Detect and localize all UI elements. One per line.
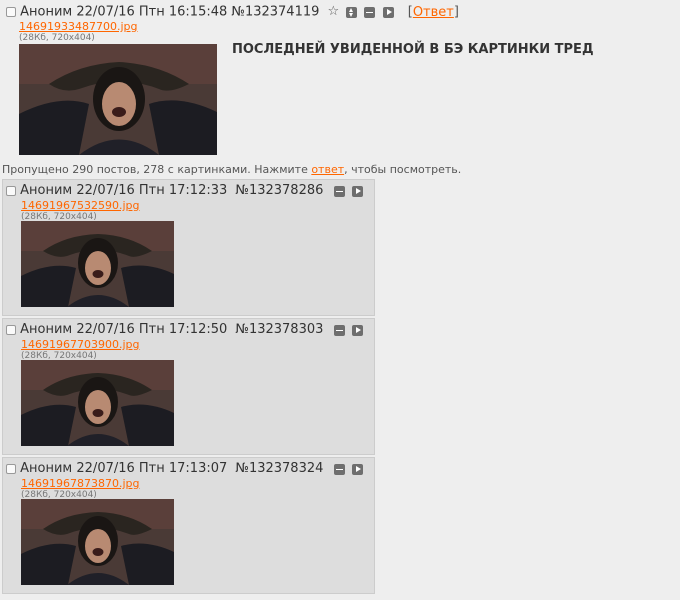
reply-select-checkbox[interactable] bbox=[6, 325, 16, 335]
op-poster-name: Аноним bbox=[20, 4, 73, 20]
op-reply-bracket: [Ответ] bbox=[408, 4, 459, 20]
hide-icon[interactable] bbox=[364, 6, 376, 18]
reply-thumbnail-image bbox=[21, 221, 174, 307]
reply-post-number[interactable]: №132378303 bbox=[235, 322, 323, 337]
reply-post-number[interactable]: №132378324 bbox=[235, 461, 323, 476]
op-file-info: 14691933487700.jpg (28Кб, 720x404) bbox=[19, 21, 138, 44]
reply-thumbnail[interactable] bbox=[21, 221, 174, 307]
reply-poster-name: Аноним bbox=[20, 183, 73, 198]
reply-datetime: 22/07/16 Птн 17:13:07 bbox=[76, 461, 228, 476]
reply-select-checkbox[interactable] bbox=[6, 186, 16, 196]
star-icon[interactable]: ☆ bbox=[328, 4, 340, 19]
reply-post: Аноним 22/07/16 Птн 17:12:50 №132378303 … bbox=[2, 318, 375, 455]
op-datetime: 22/07/16 Птн 16:15:48 bbox=[76, 4, 228, 20]
reply-post: Аноним 22/07/16 Птн 17:13:07 №132378324 … bbox=[2, 457, 375, 594]
reply-file-link[interactable]: 14691967703900.jpg bbox=[21, 339, 140, 351]
play-icon[interactable] bbox=[351, 185, 363, 197]
op-thread-title: ПОСЛЕДНЕЙ УВИДЕННОЙ В БЭ КАРТИНКИ ТРЕД bbox=[232, 42, 594, 57]
reply-datetime: 22/07/16 Птн 17:12:33 bbox=[76, 183, 228, 198]
op-file-meta: (28Кб, 720x404) bbox=[19, 33, 95, 43]
op-reply-link[interactable]: Ответ bbox=[413, 5, 454, 20]
reply-file-info: 14691967532590.jpg (28Кб, 720x404) bbox=[21, 200, 140, 223]
reply-datetime: 22/07/16 Птн 17:12:50 bbox=[76, 322, 228, 337]
play-icon[interactable] bbox=[382, 6, 394, 18]
op-post-number[interactable]: №132374119 bbox=[231, 4, 319, 19]
reply-file-info: 14691967703900.jpg (28Кб, 720x404) bbox=[21, 339, 140, 362]
reply-header: Аноним 22/07/16 Птн 17:12:33 №132378286 bbox=[6, 183, 363, 200]
bracket-close: ] bbox=[453, 4, 459, 19]
reply-poster-name: Аноним bbox=[20, 322, 73, 337]
reply-thumbnail-image bbox=[21, 499, 174, 585]
reply-thumbnail[interactable] bbox=[21, 360, 174, 446]
reply-thumbnail-image bbox=[21, 360, 174, 446]
hide-icon[interactable] bbox=[333, 324, 345, 336]
reply-header: Аноним 22/07/16 Птн 17:12:50 №132378303 bbox=[6, 322, 363, 339]
op-thumbnail-image bbox=[19, 44, 217, 155]
reply-file-link[interactable]: 14691967873870.jpg bbox=[21, 478, 140, 490]
op-thumbnail[interactable] bbox=[19, 44, 217, 155]
hide-icon[interactable] bbox=[333, 185, 345, 197]
omitted-reply-link[interactable]: ответ bbox=[311, 163, 344, 176]
reply-file-info: 14691967873870.jpg (28Кб, 720x404) bbox=[21, 478, 140, 501]
reply-post-number[interactable]: №132378286 bbox=[235, 183, 323, 198]
omitted-suffix: , чтобы посмотреть. bbox=[344, 163, 462, 176]
play-icon[interactable] bbox=[351, 324, 363, 336]
op-select-checkbox[interactable] bbox=[6, 7, 16, 18]
play-icon[interactable] bbox=[351, 463, 363, 475]
reply-post: Аноним 22/07/16 Птн 17:12:33 №132378286 … bbox=[2, 179, 375, 316]
reply-file-link[interactable]: 14691967532590.jpg bbox=[21, 200, 140, 212]
op-file-link[interactable]: 14691933487700.jpg bbox=[19, 21, 138, 33]
reply-poster-name: Аноним bbox=[20, 461, 73, 476]
op-header: Аноним 22/07/16 Птн 16:15:48 №132374119 … bbox=[6, 4, 676, 21]
updown-icon[interactable] bbox=[346, 6, 358, 18]
op-post: Аноним 22/07/16 Птн 16:15:48 №132374119 … bbox=[6, 4, 676, 155]
reply-thumbnail[interactable] bbox=[21, 499, 174, 585]
omitted-posts-notice: Пропущено 290 постов, 278 с картинками. … bbox=[2, 163, 461, 176]
omitted-prefix: Пропущено 290 постов, 278 с картинками. … bbox=[2, 163, 312, 176]
reply-select-checkbox[interactable] bbox=[6, 464, 16, 474]
hide-icon[interactable] bbox=[333, 463, 345, 475]
reply-header: Аноним 22/07/16 Птн 17:13:07 №132378324 bbox=[6, 461, 363, 478]
